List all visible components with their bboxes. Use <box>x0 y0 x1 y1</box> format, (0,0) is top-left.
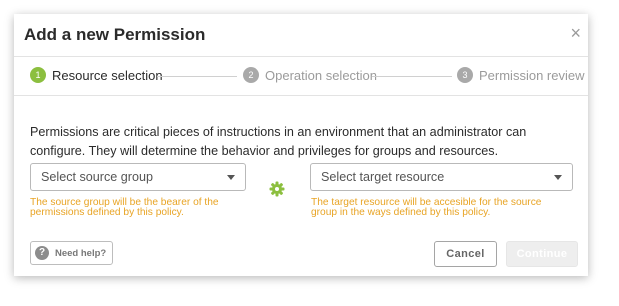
step-operation-selection: 2 Operation selection <box>243 67 377 83</box>
target-hint: The target resource will be accesible fo… <box>311 197 541 218</box>
close-icon[interactable]: × <box>570 24 581 42</box>
step-connector-1 <box>157 76 237 77</box>
source-group-select[interactable]: Select source group <box>30 163 246 191</box>
chevron-down-icon <box>227 175 235 180</box>
step-resource-selection: 1 Resource selection <box>30 67 163 83</box>
stepper: 1 Resource selection 2 Operation selecti… <box>14 57 588 95</box>
cancel-button[interactable]: Cancel <box>434 241 497 267</box>
description-text: Permissions are critical pieces of instr… <box>30 125 527 158</box>
step-number-2: 2 <box>243 67 259 83</box>
continue-button[interactable]: Continue <box>506 241 578 267</box>
source-group-placeholder: Select source group <box>41 170 154 184</box>
stepper-divider <box>14 95 588 96</box>
modal-title: Add a new Permission <box>24 25 206 44</box>
permission-modal: Add a new Permission × 1 Resource select… <box>14 14 588 276</box>
source-hint: The source group will be the bearer of t… <box>30 197 219 218</box>
step-label-3: Permission review <box>479 67 585 83</box>
target-resource-placeholder: Select target resource <box>321 170 445 184</box>
step-label-1: Resource selection <box>52 67 163 83</box>
step-permission-review: 3 Permission review <box>457 67 584 83</box>
target-hint-line-2: group in the ways defined by this policy… <box>311 207 491 218</box>
gear-icon <box>269 181 285 197</box>
source-hint-line-2: permissions defined by this policy. <box>30 207 184 218</box>
step-number-1: 1 <box>30 67 46 83</box>
target-resource-select[interactable]: Select target resource <box>310 163 573 191</box>
need-help-button[interactable]: ? Need help? <box>30 241 114 265</box>
step-label-2: Operation selection <box>265 67 378 83</box>
step-connector-2 <box>372 76 452 77</box>
chevron-down-icon <box>554 175 562 180</box>
question-icon: ? <box>35 246 49 260</box>
need-help-label: Need help? <box>55 247 107 259</box>
modal-header: Add a new Permission × <box>14 14 588 56</box>
step-number-3: 3 <box>457 67 473 83</box>
